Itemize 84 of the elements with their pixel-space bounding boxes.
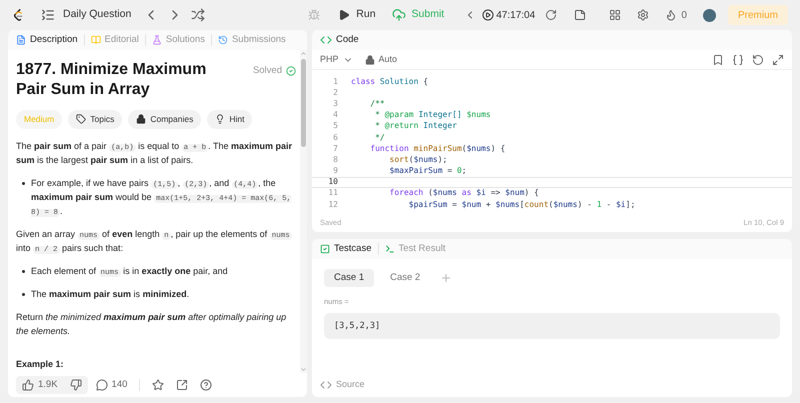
description-paragraph: Return the minimized maximum pair sum after optimally pairing up the elements. xyxy=(16,310,288,338)
code-icon xyxy=(320,379,332,391)
terminal-icon xyxy=(384,244,394,254)
play-icon xyxy=(338,9,350,21)
line-number: 3 xyxy=(332,98,338,110)
streak-count: 0 xyxy=(681,8,687,22)
language-dropdown[interactable]: PHP xyxy=(320,52,353,66)
input-field[interactable]: [3,5,2,3] xyxy=(324,313,780,340)
timer-display[interactable]: 47:17:04 xyxy=(482,8,536,22)
auto-mode-label[interactable]: Auto xyxy=(364,52,398,66)
code-line: $pairSum = $num + $nums[count($nums) - 1 - $i]; xyxy=(408,198,636,211)
tag-chip[interactable]: Hint xyxy=(207,110,252,129)
code-line: class Solution { xyxy=(351,76,428,88)
check-circle-icon xyxy=(286,66,296,76)
thumbs-down-icon xyxy=(70,379,82,391)
example-heading: Example 1: xyxy=(16,358,65,371)
shuffle-icon[interactable] xyxy=(191,8,206,22)
code-line: * @return Integer xyxy=(374,120,457,132)
checkbox-icon xyxy=(320,244,330,254)
case-tab[interactable]: Case 1 xyxy=(324,269,374,287)
line-number: 12 xyxy=(327,198,338,211)
line-number: 1 xyxy=(332,76,338,88)
code-line: foreach ($nums as $i => $num) { xyxy=(388,187,539,200)
note-icon xyxy=(574,9,586,21)
flask-icon xyxy=(152,35,162,45)
code-line: $maxPairSum = 0; xyxy=(388,165,467,178)
expand-icon[interactable] xyxy=(772,54,784,66)
line-number: 7 xyxy=(332,142,338,155)
comment-icon xyxy=(96,379,108,391)
scrollbar[interactable] xyxy=(300,50,307,373)
flame-icon[interactable] xyxy=(665,9,678,21)
book-icon xyxy=(90,35,101,45)
star-icon[interactable] xyxy=(152,379,164,391)
thumbs-up-icon xyxy=(22,379,34,391)
tag-chip[interactable]: Companies xyxy=(128,110,202,129)
comments-button[interactable]: 140 xyxy=(96,378,128,392)
line-number: 10 xyxy=(327,176,338,188)
line-number: 4 xyxy=(332,109,338,122)
panel-tab[interactable]: Description xyxy=(16,32,78,48)
bug-icon xyxy=(308,9,320,21)
line-number: 9 xyxy=(332,165,338,178)
solved-status: Solved xyxy=(252,64,296,78)
list-icon xyxy=(41,8,55,22)
lock-icon xyxy=(136,114,146,124)
bullet-icon xyxy=(22,270,25,273)
code-line: sort($nums); xyxy=(388,154,448,166)
problem-title: 1877. Minimize Maximum Pair Sum in Array xyxy=(16,60,208,100)
line-number: 5 xyxy=(332,120,338,132)
line-number: 11 xyxy=(327,187,338,200)
code-line: /** xyxy=(369,98,385,110)
case-tab[interactable]: Case 2 xyxy=(380,269,430,287)
avatar[interactable] xyxy=(702,8,716,22)
bullet-icon xyxy=(22,182,25,185)
line-number: 8 xyxy=(332,154,338,166)
settings-icon[interactable] xyxy=(637,9,650,21)
code-tab[interactable]: Code xyxy=(320,32,359,48)
cloud-upload-icon xyxy=(392,8,406,22)
help-icon[interactable] xyxy=(200,379,212,391)
code-line: function minPairSum($nums) { xyxy=(369,142,506,155)
logo-icon[interactable] xyxy=(12,8,25,22)
description-icon xyxy=(16,35,26,45)
code-line: */ xyxy=(374,132,385,144)
scrollbar-thumb[interactable] xyxy=(301,59,306,147)
grid-icon[interactable] xyxy=(609,9,622,21)
share-icon[interactable] xyxy=(176,379,188,391)
bullet-icon xyxy=(22,292,25,296)
line-number: 6 xyxy=(332,132,338,144)
daily-question-link[interactable]: Daily Question xyxy=(63,7,132,23)
history-icon xyxy=(218,35,228,45)
bullet-item: The maximum pair sum is minimized. xyxy=(31,288,190,301)
code-line: * @param Integer[] $nums xyxy=(374,109,491,122)
run-button[interactable]: Run xyxy=(330,4,384,26)
lightbulb-icon xyxy=(215,114,226,124)
code-icon xyxy=(320,34,332,46)
lock-icon xyxy=(364,54,375,64)
bookmark-icon[interactable] xyxy=(712,54,724,66)
tag-icon xyxy=(76,114,86,124)
line-number: 2 xyxy=(332,86,338,99)
reset-icon[interactable] xyxy=(545,9,558,21)
undo-icon[interactable] xyxy=(752,54,764,66)
braces-icon[interactable] xyxy=(732,54,744,66)
play-circle-icon xyxy=(482,9,494,21)
tag-chip[interactable]: Topics xyxy=(68,110,122,129)
panel-tab[interactable]: Testcase xyxy=(320,242,372,256)
